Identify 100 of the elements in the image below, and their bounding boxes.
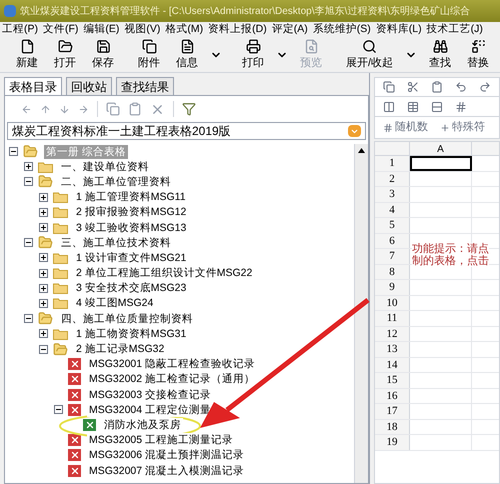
menu-item[interactable]: 技术工艺(J) [426, 22, 483, 38]
tool-button[interactable]: 随机数 [383, 119, 428, 136]
copy-icon [142, 38, 156, 54]
menu-item[interactable]: 评定(A) [272, 22, 308, 38]
folder-icon [53, 297, 68, 310]
down-arrow-icon[interactable] [59, 104, 70, 114]
folder-icon [23, 144, 38, 160]
tree-item[interactable]: 1 施工物资资料MSG31 [74, 326, 188, 341]
filter-icon[interactable] [182, 102, 196, 116]
scroll-up-icon[interactable] [358, 148, 365, 153]
tree-item[interactable]: 2 施工记录MSG32 [74, 342, 166, 356]
collapse-toggle[interactable] [9, 147, 18, 156]
collapse-toggle[interactable] [24, 238, 33, 248]
folder-icon [38, 160, 53, 173]
toolbar-button[interactable]: 信息 [168, 38, 206, 70]
tree-item[interactable]: 3 竣工验收资料MSG13 [74, 220, 188, 235]
folder-icon [53, 222, 68, 234]
columns-icon[interactable] [383, 100, 395, 112]
tree-item[interactable]: 1 施工管理资料MSG11 [74, 190, 188, 204]
expand-toggle[interactable] [39, 329, 48, 338]
toolbar-button[interactable]: 附件 [130, 38, 168, 70]
collapse-toggle[interactable] [24, 314, 33, 324]
expand-toggle[interactable] [39, 268, 48, 278]
menu-item[interactable]: 视图(V) [124, 22, 160, 38]
tree-item[interactable]: MSG32004 工程定位测量 [87, 402, 214, 417]
tree-item[interactable]: 四、施工单位质量控制资料 [59, 312, 195, 326]
tree-item[interactable]: 2 报审报验资料MSG12 [74, 205, 188, 220]
expand-toggle[interactable] [39, 298, 48, 308]
tree-item[interactable]: 3 安全技术交底MSG23 [74, 281, 188, 296]
hint-text: 制的表格，点击 [412, 255, 489, 267]
expand-toggle[interactable] [24, 162, 33, 172]
cut-icon[interactable] [407, 81, 419, 93]
menu-item[interactable]: 编辑(E) [83, 22, 120, 38]
redo-icon[interactable] [479, 81, 491, 93]
tree-item[interactable]: 二、施工单位管理资料 [59, 174, 173, 189]
toolbar-button[interactable]: 保存 [84, 38, 122, 70]
row-header: 1 [375, 156, 410, 170]
toolbar-button[interactable]: 展开/收起 [338, 38, 402, 70]
folder-icon [58, 38, 72, 54]
tree-item[interactable]: 4 竣工图MSG24 [74, 296, 156, 310]
grid-icon[interactable] [455, 100, 467, 112]
row-header: 6 [375, 234, 410, 248]
row-header: 5 [375, 218, 410, 232]
rows-icon[interactable] [431, 100, 443, 112]
menu-item[interactable]: 格式(M) [165, 22, 204, 38]
menu-item[interactable]: 文件(F) [43, 22, 78, 38]
copy-icon[interactable] [106, 102, 120, 116]
tree-item[interactable]: MSG32007 混凝土入模测温记录 [87, 464, 246, 478]
expand-toggle[interactable] [39, 223, 48, 232]
expand-toggle[interactable] [39, 192, 48, 202]
menu-item[interactable]: 系统维护(S) [312, 22, 371, 38]
panel-tab[interactable]: 查找结果 [116, 77, 174, 95]
folder-icon [38, 311, 53, 326]
tree-item[interactable]: 三、施工单位技术资料 [59, 236, 173, 250]
floppy-icon [96, 38, 110, 54]
collapse-toggle[interactable] [54, 405, 63, 414]
folder-icon [38, 174, 53, 190]
tree-item[interactable]: 2 单位工程施工组织设计文件MSG22 [74, 266, 254, 280]
row-header: 11 [375, 311, 410, 326]
copy-icon[interactable] [383, 81, 395, 93]
undo-icon[interactable] [455, 81, 467, 93]
panel-tab[interactable]: 回收站 [66, 77, 112, 95]
tree-item[interactable]: 消防水池及泵房 [102, 418, 183, 432]
expand-toggle[interactable] [39, 253, 48, 262]
menu-item[interactable]: 工程(P) [2, 22, 38, 38]
toolbar-button[interactable]: 打印 [234, 38, 272, 70]
expand-toggle[interactable] [39, 208, 48, 217]
number-icon [383, 122, 393, 132]
collapse-toggle[interactable] [39, 344, 48, 354]
binoculars-icon [432, 38, 448, 54]
window-title: 筑业煤炭建设工程资料管理软件 - [C:\Users\Administrator\Desktop\李旭东\过程资料\东明绿色矿山综合 [20, 4, 470, 18]
row-header: 10 [375, 296, 410, 310]
menu-item[interactable]: 资料上报(D) [208, 22, 267, 38]
paste-icon[interactable] [128, 102, 142, 116]
tree-item[interactable]: 一、建设单位资料 [59, 160, 151, 174]
category-dropdown[interactable]: 煤炭工程资料标准一土建工程表格2019版 [7, 122, 366, 140]
toolbar-button[interactable]: 新建 [8, 38, 46, 70]
toolbar-button[interactable]: 查找 [421, 38, 460, 70]
tree-item[interactable]: MSG32003 交接检查记录 [87, 388, 214, 402]
table-icon[interactable] [407, 100, 419, 112]
expand-toggle[interactable] [39, 284, 48, 293]
paste-icon[interactable] [431, 81, 443, 93]
folder-icon [53, 267, 68, 280]
toolbar-button[interactable]: 打开 [46, 38, 84, 70]
scrollbar[interactable] [354, 144, 368, 483]
row-header: 3 [375, 187, 410, 202]
tool-button[interactable]: 特殊符 [440, 119, 485, 136]
toolbar-button[interactable]: 替换 [459, 38, 498, 70]
menu-item[interactable]: 资料库(L) [376, 22, 422, 38]
tree-item[interactable]: MSG32001 隐蔽工程检查验收记录 [87, 357, 258, 372]
tree-item[interactable]: MSG32006 混凝土预拌测温记录 [87, 448, 246, 462]
panel-tab[interactable]: 表格目录 [4, 77, 62, 95]
selected-cell[interactable] [410, 156, 472, 170]
up-arrow-icon[interactable] [40, 104, 51, 114]
folder-icon [53, 252, 68, 264]
left-arrow-icon[interactable] [21, 104, 32, 114]
collapse-toggle[interactable] [24, 177, 33, 186]
tree-item[interactable]: 1 设计审查文件MSG21 [74, 250, 188, 265]
right-arrow-icon[interactable] [78, 104, 89, 114]
tree-item[interactable]: MSG32005 工程施工测量记录 [87, 433, 236, 448]
